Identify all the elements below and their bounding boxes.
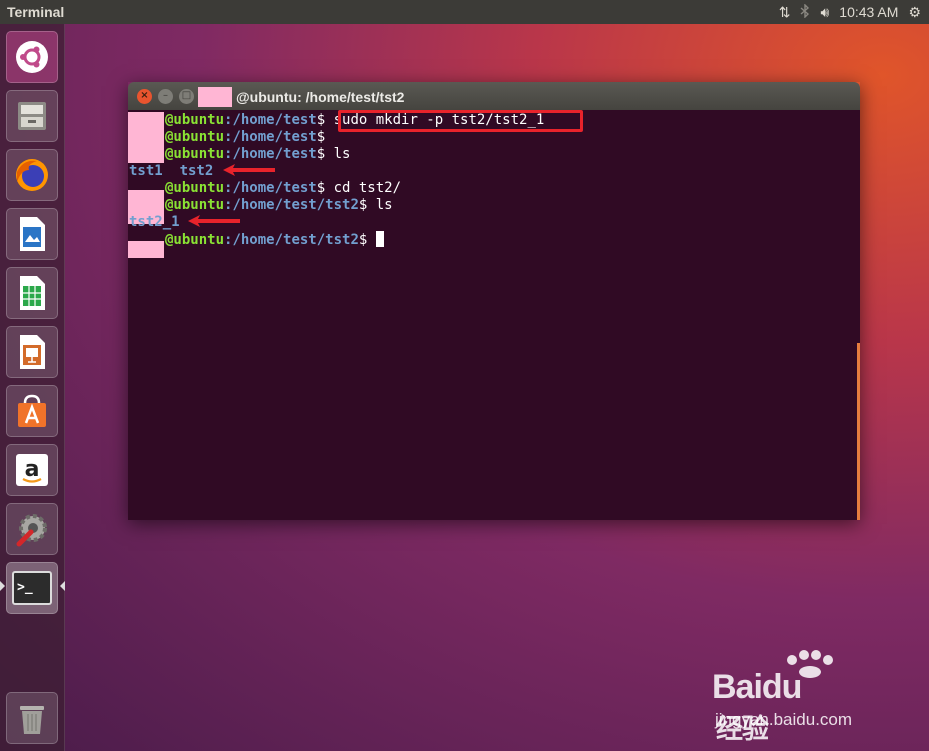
minimize-button[interactable]: – [158,88,173,104]
dir-entry: tst2_1 [129,214,180,230]
arrow-icon [188,215,240,227]
watermark-url: jingyan.baidu.com [715,710,853,729]
text-cursor [375,231,384,247]
svg-text:a: a [25,457,40,482]
trash-icon[interactable] [6,692,58,744]
prompt-user: @ubuntu [165,232,225,248]
ubuntu-dash-icon[interactable] [6,31,58,83]
dir-entry: tst1 [129,163,163,179]
clock[interactable]: 10:43 AM [839,4,898,20]
prompt-sigil: $ [316,112,334,128]
launcher: a >_ [0,24,65,751]
terminal-line: @ubuntu:/home/test/tst2$ [165,231,384,248]
dir-entry: tst2 [179,163,214,179]
terminal-line: @ubuntu:/home/test$ ls [165,146,350,163]
firefox-icon[interactable] [6,149,58,201]
libreoffice-writer-icon[interactable] [6,208,58,260]
watermark-brand: Baidu经验 [712,668,802,747]
ls-output: tst1 tst2 [129,163,213,180]
arrow-icon [223,164,275,176]
prompt-user: @ubuntu [165,180,225,196]
prompt-user: @ubuntu [165,197,225,213]
libreoffice-impress-icon[interactable] [6,326,58,378]
bluetooth-icon[interactable] [800,2,810,21]
terminal-line: @ubuntu:/home/test$ [165,129,325,146]
software-center-icon[interactable] [6,385,58,437]
prompt-sigil: $ [316,180,334,196]
system-settings-icon[interactable] [6,503,58,555]
command-text: cd tst2/ [333,180,402,196]
network-icon[interactable]: ⇅ [779,4,791,21]
indicator-area: ⇅ 🔊︎ 10:43 AM ⚙︎ [779,2,929,21]
maximize-button[interactable]: □ [179,88,194,104]
top-panel: Terminal ⇅ 🔊︎ 10:43 AM ⚙︎ [0,0,929,24]
command-text: ls [333,146,351,162]
scrollbar[interactable] [857,343,860,520]
prompt-path: :/home/test [224,180,317,196]
terminal-icon[interactable]: >_ [6,562,58,614]
redacted-username [128,241,164,258]
prompt-user: @ubuntu [165,112,225,128]
prompt-path: :/home/test/tst2 [224,232,359,248]
prompt-sigil: $ [316,146,334,162]
active-indicator [0,581,5,591]
ls-output: tst2_1 [129,214,180,231]
watermark-brand-latin: Baidu [712,668,802,706]
prompt-path: :/home/test/tst2 [224,197,359,213]
prompt-sigil: $ [358,197,376,213]
libreoffice-calc-icon[interactable] [6,267,58,319]
focus-indicator [60,581,65,591]
command-text: ls [375,197,393,213]
volume-icon[interactable]: 🔊︎ [820,4,829,21]
redacted-username [198,87,232,107]
prompt-sigil: $ [358,232,376,248]
prompt-user: @ubuntu [165,129,225,145]
terminal-line: @ubuntu:/home/test$ cd tst2/ [165,180,401,197]
prompt-path: :/home/test [224,129,317,145]
redacted-username [128,112,164,163]
files-icon[interactable] [6,90,58,142]
window-title: @ubuntu: /home/test/tst2 [236,89,405,105]
amazon-icon[interactable]: a [6,444,58,496]
terminal-icon-label: >_ [17,580,33,595]
prompt-path: :/home/test [224,146,317,162]
prompt-user: @ubuntu [165,146,225,162]
terminal-body[interactable]: @ubuntu:/home/test$ sudo mkdir -p tst2/t… [128,110,860,520]
terminal-line: @ubuntu:/home/test/tst2$ ls [165,197,393,214]
close-button[interactable]: × [137,88,152,104]
prompt-sigil: $ [316,129,326,145]
prompt-path: :/home/test [224,112,317,128]
command-highlight-box [338,110,583,132]
app-title: Terminal [7,4,65,20]
window-title-wrap: @ubuntu: /home/test/tst2 [198,87,404,107]
settings-gear-icon[interactable]: ⚙︎ [908,4,921,21]
window-titlebar[interactable]: × – □ @ubuntu: /home/test/tst2 [128,82,860,110]
terminal-window: × – □ @ubuntu: /home/test/tst2 @ubuntu:/… [128,82,860,520]
